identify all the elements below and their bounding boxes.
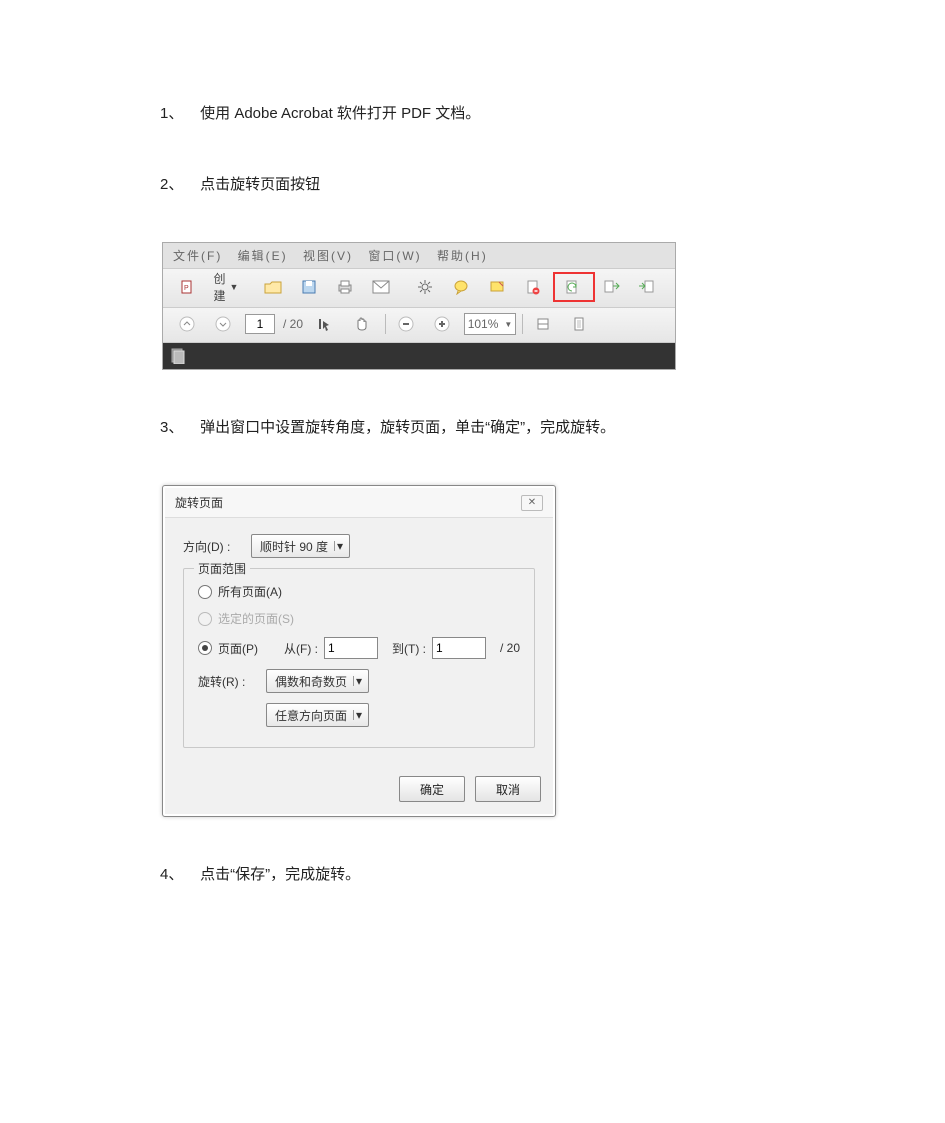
direction-dropdown-value: 顺时针 90 度 xyxy=(260,538,328,555)
create-button-label: 创建 xyxy=(214,270,226,304)
chevron-down-icon: ▼ xyxy=(504,320,512,329)
page-total-label: / 20 xyxy=(283,317,303,331)
zoom-display[interactable]: 101% ▼ xyxy=(464,313,516,335)
create-button[interactable]: 创建 ▼ xyxy=(207,274,245,300)
rotate-orientation-dropdown[interactable]: 任意方向页面 ▾ xyxy=(266,703,369,727)
chevron-down-icon: ▾ xyxy=(353,676,364,686)
page-number-input[interactable] xyxy=(245,314,275,334)
radio-all-pages[interactable] xyxy=(198,585,212,599)
open-icon[interactable] xyxy=(257,274,289,300)
chevron-down-icon: ▾ xyxy=(334,541,345,551)
step-2: 2、 点击旋转页面按钮 xyxy=(160,171,785,198)
toolbar-row-2: / 20 101% ▼ xyxy=(163,308,675,343)
to-page-input[interactable] xyxy=(432,637,486,659)
step-1-number: 1、 xyxy=(160,100,188,127)
menu-bar: 文件(F) 编辑(E) 视图(V) 窗口(W) 帮助(H) xyxy=(163,243,675,269)
step-4-number: 4、 xyxy=(160,861,188,888)
toolbar-divider xyxy=(522,314,523,334)
menu-edit[interactable]: 编辑(E) xyxy=(238,249,288,263)
svg-text:P: P xyxy=(184,285,189,292)
page-range-group: 页面范围 所有页面(A) 选定的页面(S) 页面(P) 从(F) : 到(T) … xyxy=(183,568,535,748)
radio-page-range-label: 页面(P) xyxy=(218,640,274,657)
rotate-page-icon[interactable] xyxy=(556,274,588,300)
close-icon[interactable]: ✕ xyxy=(521,495,543,511)
from-page-input[interactable] xyxy=(324,637,378,659)
fit-width-icon[interactable] xyxy=(527,311,559,337)
step-4-text: 点击“保存”，完成旋转。 xyxy=(200,866,360,883)
step-3-number: 3、 xyxy=(160,414,188,441)
select-tool-icon[interactable] xyxy=(309,311,341,337)
cancel-button[interactable]: 取消 xyxy=(475,776,541,802)
direction-dropdown[interactable]: 顺时针 90 度 ▾ xyxy=(251,534,350,558)
rotate-pages-dialog: 旋转页面 ✕ 方向(D) : 顺时针 90 度 ▾ 页面范围 所有页面(A) xyxy=(162,485,556,817)
step-2-number: 2、 xyxy=(160,171,188,198)
rotate-label: 旋转(R) : xyxy=(198,673,254,690)
dialog-titlebar: 旋转页面 ✕ xyxy=(165,488,553,518)
acrobat-toolbar-screenshot: 文件(F) 编辑(E) 视图(V) 窗口(W) 帮助(H) P 创建 ▼ xyxy=(162,242,676,370)
menu-window[interactable]: 窗口(W) xyxy=(368,249,421,263)
ok-button[interactable]: 确定 xyxy=(399,776,465,802)
direction-label: 方向(D) : xyxy=(183,538,239,555)
gear-icon[interactable] xyxy=(409,274,441,300)
page-range-legend: 页面范围 xyxy=(194,560,250,577)
create-pdf-icon[interactable]: P xyxy=(171,274,203,300)
page-delete-icon[interactable] xyxy=(517,274,549,300)
chevron-down-icon: ▾ xyxy=(353,710,364,720)
radio-all-pages-label: 所有页面(A) xyxy=(218,583,282,600)
step-2-text: 点击旋转页面按钮 xyxy=(200,176,320,193)
save-icon[interactable] xyxy=(293,274,325,300)
hand-tool-icon[interactable] xyxy=(345,311,377,337)
toolbar-row-1: P 创建 ▼ xyxy=(163,269,675,308)
radio-page-range[interactable] xyxy=(198,641,212,655)
page-down-icon[interactable] xyxy=(207,311,239,337)
cancel-button-label: 取消 xyxy=(496,781,520,798)
extract-page-icon[interactable] xyxy=(595,274,627,300)
zoom-in-icon[interactable] xyxy=(426,311,458,337)
zoom-value: 101% xyxy=(468,317,499,331)
to-label: 到(T) : xyxy=(392,640,426,657)
step-1-text: 使用 Adobe Acrobat 软件打开 PDF 文档。 xyxy=(200,105,480,122)
step-3-text: 弹出窗口中设置旋转角度，旋转页面，单击“确定”，完成旋转。 xyxy=(200,419,615,436)
menu-file[interactable]: 文件(F) xyxy=(173,249,222,263)
rotate-odd-even-value: 偶数和奇数页 xyxy=(275,673,347,690)
radio-selected-pages xyxy=(198,612,212,626)
step-4: 4、 点击“保存”，完成旋转。 xyxy=(160,861,785,888)
highlighted-rotate-button xyxy=(553,272,595,302)
rotate-orientation-value: 任意方向页面 xyxy=(275,707,347,724)
menu-view[interactable]: 视图(V) xyxy=(303,249,353,263)
from-label: 从(F) : xyxy=(284,640,318,657)
document-area-strip xyxy=(163,343,675,369)
print-icon[interactable] xyxy=(329,274,361,300)
dialog-title-text: 旋转页面 xyxy=(175,494,223,511)
of-total-label: / 20 xyxy=(500,641,520,655)
insert-page-icon[interactable] xyxy=(631,274,663,300)
page-up-icon[interactable] xyxy=(171,311,203,337)
chevron-down-icon: ▼ xyxy=(230,282,239,292)
toolbar-divider xyxy=(385,314,386,334)
ok-button-label: 确定 xyxy=(420,781,444,798)
rotate-odd-even-dropdown[interactable]: 偶数和奇数页 ▾ xyxy=(266,669,369,693)
step-3: 3、 弹出窗口中设置旋转角度，旋转页面，单击“确定”，完成旋转。 xyxy=(160,414,785,441)
radio-selected-pages-label: 选定的页面(S) xyxy=(218,610,294,627)
stamp-icon[interactable] xyxy=(481,274,513,300)
menu-help[interactable]: 帮助(H) xyxy=(437,249,488,263)
zoom-out-icon[interactable] xyxy=(390,311,422,337)
step-1: 1、 使用 Adobe Acrobat 软件打开 PDF 文档。 xyxy=(160,100,785,127)
email-icon[interactable] xyxy=(365,274,397,300)
fit-page-icon[interactable] xyxy=(563,311,595,337)
comment-icon[interactable] xyxy=(445,274,477,300)
page-thumbnail-icon xyxy=(171,348,185,364)
